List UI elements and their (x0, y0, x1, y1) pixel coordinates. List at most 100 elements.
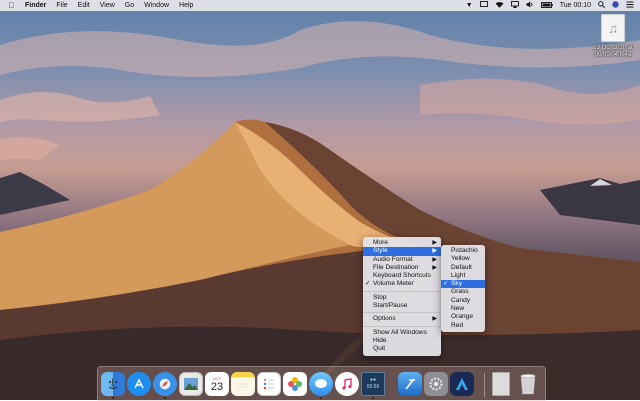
recorder-icon[interactable]: ●● 00:56 (361, 372, 385, 396)
menu-item-label: Style (373, 247, 388, 255)
menu-item-more[interactable]: More ▶ (363, 239, 441, 247)
style-item-red[interactable]: Red (441, 322, 485, 330)
menubar-clock[interactable]: Tue 00:10 (560, 2, 591, 9)
battery-icon[interactable] (540, 1, 553, 10)
running-indicator (112, 397, 114, 399)
menu-item-label: Start/Pause (373, 302, 408, 310)
menu-item-options[interactable]: Options ▶ (363, 315, 441, 323)
menu-item-label: File Destination (373, 263, 419, 271)
running-indicator (320, 397, 322, 399)
calendar-day: 23 (210, 380, 224, 393)
recorder-waveform: ●● (369, 377, 377, 383)
submenu-arrow-icon: ▶ (432, 316, 437, 323)
dock-separator (484, 373, 485, 397)
search-icon[interactable] (598, 1, 605, 10)
menu-app-finder[interactable]: Finder (25, 2, 46, 9)
safari-icon[interactable] (153, 372, 177, 396)
menu-item-label: Show All Windows (373, 328, 427, 336)
menu-item-file-destination[interactable]: File Destination ▶ (363, 264, 441, 272)
submenu-arrow-icon: ▶ (432, 264, 437, 271)
style-item-light[interactable]: Light (441, 272, 485, 280)
menu-edit[interactable]: Edit (78, 2, 90, 9)
system-preferences-icon[interactable] (424, 372, 448, 396)
style-item-yellow[interactable]: Yellow (441, 255, 485, 263)
list-icon[interactable] (626, 1, 634, 10)
trash-icon[interactable] (516, 372, 540, 396)
document-icon[interactable] (492, 372, 510, 396)
menu-separator (363, 290, 441, 292)
volume-icon[interactable] (526, 1, 534, 10)
wifi-icon[interactable] (495, 1, 504, 10)
menu-go[interactable]: Go (125, 2, 134, 9)
siri-icon[interactable] (612, 1, 619, 10)
menu-file[interactable]: File (56, 2, 67, 9)
menu-view[interactable]: View (100, 2, 115, 9)
xcode-icon[interactable] (398, 372, 422, 396)
style-item-label: Sky (451, 280, 462, 288)
running-indicator (372, 397, 374, 399)
style-item-label: Orange (451, 313, 473, 321)
submenu-arrow-icon: ▶ (432, 256, 437, 263)
shield-icon[interactable]: ▼ (466, 2, 473, 9)
desktop-wallpaper (0, 0, 640, 400)
menu-item-volume-meter[interactable]: ✓ Volume Meter (363, 280, 441, 288)
style-item-candy[interactable]: Candy (441, 297, 485, 305)
recorder-context-menu: More ▶ Style ▶ Audio Format ▶ File Destinat… (363, 237, 441, 356)
recorder-time: 00:56 (366, 384, 380, 390)
menu-item-keyboard-shortcuts[interactable]: Keyboard Shortcuts (363, 272, 441, 280)
style-submenu: Pistachio Yellow Default Light ✓ Sky Gras… (441, 245, 485, 332)
menu-help[interactable]: Help (179, 2, 193, 9)
submenu-arrow-icon: ▶ (432, 240, 437, 246)
messages-icon[interactable] (309, 372, 333, 396)
style-item-label: Yellow (451, 255, 470, 263)
menu-item-audio-format[interactable]: Audio Format ▶ (363, 256, 441, 264)
notes-icon[interactable] (231, 372, 255, 396)
apple-menu-icon[interactable]:  (7, 1, 16, 10)
menu-item-start-pause[interactable]: Start/Pause (363, 302, 441, 310)
desktop-file-label-line2: 00/09/04.m4a (594, 52, 632, 58)
style-item-label: Light (451, 271, 466, 279)
menu-item-quit[interactable]: Quit (363, 345, 441, 353)
music-note-icon: ♫ (601, 14, 625, 42)
desktop-file-m4a[interactable]: ♫ 23 Oct 2018 at 00/09/04.m4a (590, 14, 636, 59)
reminders-icon[interactable] (257, 372, 281, 396)
menu-window[interactable]: Window (144, 2, 169, 9)
style-item-grass[interactable]: Grass (441, 288, 485, 296)
menu-item-label: Quit (373, 345, 386, 353)
finder-icon[interactable] (101, 372, 125, 396)
airplay-icon[interactable] (510, 1, 519, 10)
app-store-icon[interactable] (127, 372, 151, 396)
style-item-sky[interactable]: ✓ Sky (441, 280, 485, 289)
style-item-orange[interactable]: Orange (441, 313, 485, 321)
photos-icon[interactable] (283, 372, 307, 396)
style-item-label: Default (451, 263, 472, 271)
style-item-pistachio[interactable]: Pistachio (441, 247, 485, 255)
menu-item-style[interactable]: Style ▶ (363, 247, 441, 256)
menu-separator (363, 325, 441, 327)
affinity-designer-icon[interactable] (450, 372, 474, 396)
checkmark-icon: ✓ (365, 280, 371, 288)
menu-item-label: Stop (373, 293, 387, 301)
preview-icon[interactable] (179, 372, 203, 396)
desktop-file-label-line1: 23 Oct 2018 at (593, 45, 633, 51)
running-indicator (164, 397, 166, 399)
style-item-label: New (451, 305, 465, 313)
menu-item-label: Options (373, 315, 396, 323)
style-item-label: Red (451, 321, 464, 329)
submenu-arrow-icon: ▶ (432, 248, 437, 255)
menu-item-hide[interactable]: Hide (363, 337, 441, 345)
menu-item-stop[interactable]: Stop (363, 294, 441, 302)
checkmark-icon: ✓ (443, 280, 449, 288)
itunes-icon[interactable] (335, 372, 359, 396)
style-item-new[interactable]: New (441, 305, 485, 313)
style-item-label: Pistachio (451, 247, 478, 254)
menu-item-label: Hide (373, 336, 387, 344)
menu-bar:  Finder File Edit View Go Window Help ▼… (0, 0, 640, 11)
cast-icon[interactable] (479, 1, 488, 10)
calendar-icon[interactable]: OCT 23 (205, 372, 229, 396)
menu-item-label: Volume Meter (373, 280, 414, 288)
style-item-label: Candy (451, 296, 471, 304)
dock: OCT 23 ●● 00:56 (97, 366, 546, 401)
menu-item-show-all-windows[interactable]: Show All Windows (363, 329, 441, 337)
style-item-default[interactable]: Default (441, 264, 485, 272)
